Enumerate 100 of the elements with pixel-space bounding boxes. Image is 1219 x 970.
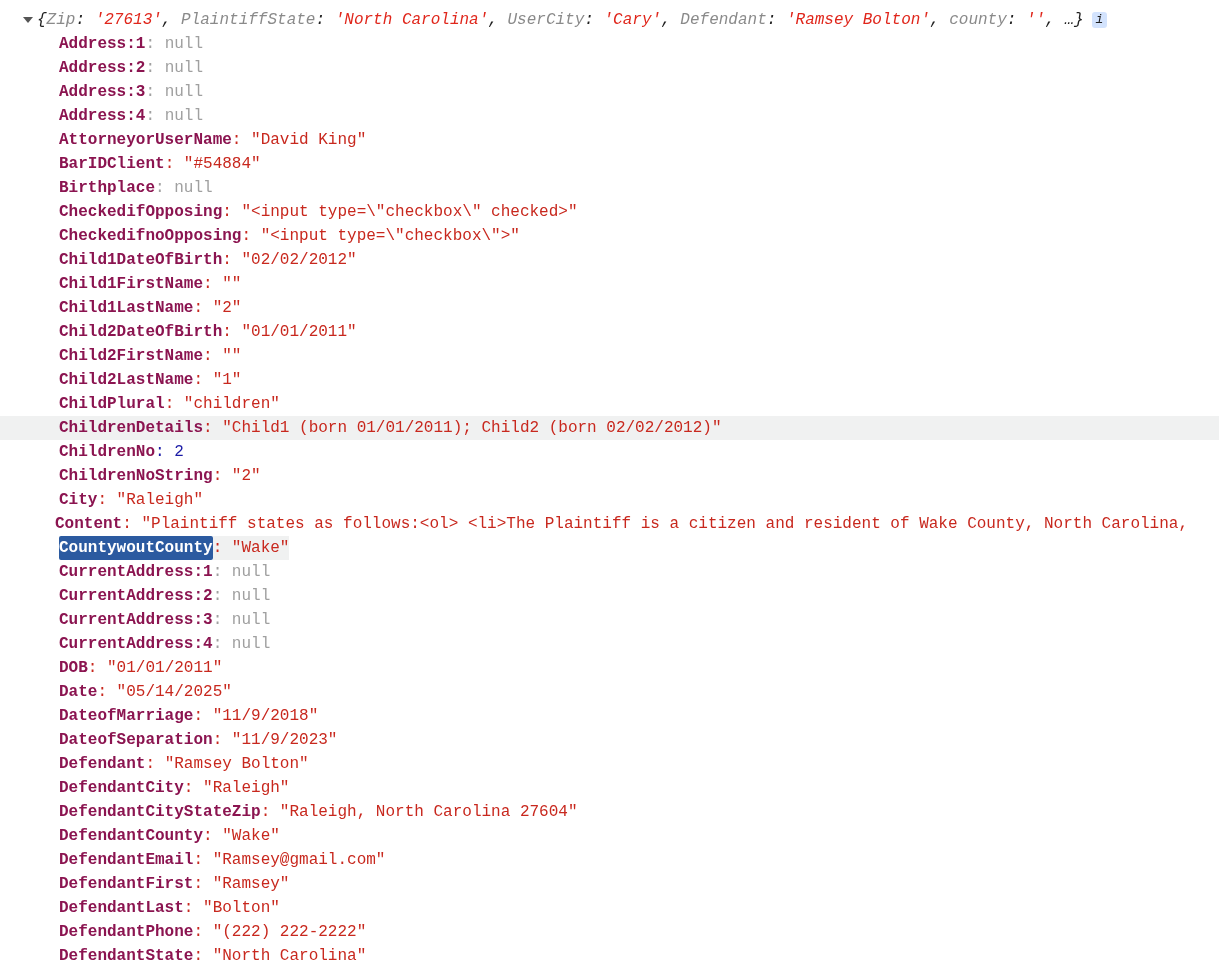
property-key: AttorneyorUserName [59, 128, 232, 152]
property-key: ChildrenNoString [59, 464, 213, 488]
property-key: DefendantCityStateZip [59, 800, 261, 824]
property-value: : "#54884" [164, 154, 261, 175]
property-value: : "11/9/2018" [193, 706, 319, 727]
property-value: : "Wake" [212, 536, 290, 560]
property-value: : "David King" [231, 130, 367, 151]
property-value: : "" [203, 346, 242, 367]
property-key: BarIDClient [59, 152, 165, 176]
property-row[interactable]: Child2FirstName: "" [0, 344, 1219, 368]
property-value: : "Wake" [203, 826, 280, 847]
property-value: : "2" [193, 298, 242, 319]
property-row[interactable]: ChildPlural: "children" [0, 392, 1219, 416]
property-value: : "<input type=\"checkbox\" checked>" [222, 202, 578, 223]
property-key: CurrentAddress:3 [59, 608, 213, 632]
property-row[interactable]: CurrentAddress:3: null [0, 608, 1219, 632]
property-row[interactable]: CurrentAddress:4: null [0, 632, 1219, 656]
property-key: Date [59, 680, 98, 704]
property-row[interactable]: Address:4: null [0, 104, 1219, 128]
property-value: : "01/01/2011" [87, 658, 223, 679]
property-key: CheckedifOpposing [59, 200, 223, 224]
property-row[interactable]: Content: "Plaintiff states as follows:<ol> <li>The Plaintiff is a citizen and resident of Wake County, North Carolina, [0, 512, 1219, 536]
property-key: Address:1 [59, 32, 146, 56]
property-value: : "" [203, 274, 242, 295]
property-value: : "North Carolina" [193, 946, 367, 967]
property-row[interactable]: DefendantCounty: "Wake" [0, 824, 1219, 848]
property-row[interactable]: DefendantLast: "Bolton" [0, 896, 1219, 920]
property-row[interactable]: Address:2: null [0, 56, 1219, 80]
property-key: ChildrenNo [59, 440, 155, 464]
property-value: : "Bolton" [183, 898, 280, 919]
property-value: : "2" [212, 466, 261, 487]
property-value: : "05/14/2025" [97, 682, 232, 703]
property-value: : "02/02/2012" [222, 250, 357, 271]
property-key: Address:3 [59, 80, 146, 104]
property-key: Address:2 [59, 56, 146, 80]
property-row[interactable]: BarIDClient: "#54884" [0, 152, 1219, 176]
property-value: : null [212, 586, 271, 607]
property-row[interactable]: Child2LastName: "1" [0, 368, 1219, 392]
property-key: Child1LastName [59, 296, 194, 320]
property-row[interactable]: Child2DateOfBirth: "01/01/2011" [0, 320, 1219, 344]
property-key: Child1FirstName [59, 272, 204, 296]
property-row[interactable]: CurrentAddress:2: null [0, 584, 1219, 608]
property-row[interactable]: Address:1: null [0, 32, 1219, 56]
property-value: : "Raleigh" [183, 778, 290, 799]
property-row[interactable]: Defendant: "Ramsey Bolton" [0, 752, 1219, 776]
object-preview[interactable]: {Zip: '27613', PlaintiffState: 'North Carolina', UserCity: 'Cary', Defendant: 'Ramsey Bolton', county: '', …} [37, 8, 1084, 32]
property-key: DefendantCounty [59, 824, 204, 848]
property-key: DefendantEmail [59, 848, 194, 872]
property-row[interactable]: DefendantEmail: "Ramsey@gmail.com" [0, 848, 1219, 872]
property-value: : "Ramsey@gmail.com" [193, 850, 386, 871]
property-row[interactable]: Birthplace: null [0, 176, 1219, 200]
property-row[interactable]: DefendantCityStateZip: "Raleigh, North Carolina 27604" [0, 800, 1219, 824]
property-value: : "<input type=\"checkbox\">" [241, 226, 520, 247]
property-key: Child1DateOfBirth [59, 248, 223, 272]
property-value: : null [145, 34, 204, 55]
property-row[interactable]: ChildrenNoString: "2" [0, 464, 1219, 488]
property-key: Child2FirstName [59, 344, 204, 368]
property-row[interactable]: Child1LastName: "2" [0, 296, 1219, 320]
property-value: : "(222) 222-2222" [193, 922, 367, 943]
property-value: : null [212, 610, 271, 631]
property-key: Child2DateOfBirth [59, 320, 223, 344]
property-row[interactable]: Child1FirstName: "" [0, 272, 1219, 296]
property-key: DefendantPhone [59, 920, 194, 944]
property-row[interactable]: CheckedifOpposing: "<input type=\"checkbox\" checked>" [0, 200, 1219, 224]
property-row[interactable]: DefendantPhone: "(222) 222-2222" [0, 920, 1219, 944]
property-key: CurrentAddress:1 [59, 560, 213, 584]
property-value: : 2 [155, 442, 184, 463]
property-value: : "Ramsey" [193, 874, 290, 895]
property-key: CountywoutCounty [59, 536, 213, 560]
property-key: DateofSeparation [59, 728, 213, 752]
property-key: CurrentAddress:2 [59, 584, 213, 608]
property-row[interactable]: CurrentAddress:1: null [0, 560, 1219, 584]
property-row[interactable]: CheckedifnoOpposing: "<input type=\"checkbox\">" [0, 224, 1219, 248]
property-row[interactable]: ChildrenDetails: "Child1 (born 01/01/2011); Child2 (born 02/02/2012)" [0, 416, 1219, 440]
property-row[interactable]: DefendantCity: "Raleigh" [0, 776, 1219, 800]
property-key: CheckedifnoOpposing [59, 224, 242, 248]
property-row[interactable]: DefendantFirst: "Ramsey" [0, 872, 1219, 896]
property-row[interactable]: City: "Raleigh" [0, 488, 1219, 512]
property-value: : null [212, 562, 271, 583]
property-value: : null [145, 82, 204, 103]
property-key: DefendantFirst [59, 872, 194, 896]
property-row[interactable]: ChildrenNo: 2 [0, 440, 1219, 464]
property-key: Content [55, 512, 123, 536]
property-key: DateofMarriage [59, 704, 194, 728]
property-row[interactable]: DefendantState: "North Carolina" [0, 944, 1219, 968]
property-key: Defendant [59, 752, 146, 776]
property-row[interactable]: Address:3: null [0, 80, 1219, 104]
property-value: : "Raleigh, North Carolina 27604" [260, 802, 578, 823]
property-row[interactable]: DateofSeparation: "11/9/2023" [0, 728, 1219, 752]
property-row[interactable]: AttorneyorUserName: "David King" [0, 128, 1219, 152]
property-row[interactable]: Child1DateOfBirth: "02/02/2012" [0, 248, 1219, 272]
property-key: DefendantState [59, 944, 194, 968]
property-row[interactable]: DOB: "01/01/2011" [0, 656, 1219, 680]
property-row[interactable]: DateofMarriage: "11/9/2018" [0, 704, 1219, 728]
property-row[interactable]: CountywoutCounty: "Wake" [0, 536, 1219, 560]
property-value: : "children" [164, 394, 280, 415]
property-key: DefendantLast [59, 896, 184, 920]
property-value: : "Ramsey Bolton" [145, 754, 309, 775]
property-row[interactable]: Date: "05/14/2025" [0, 680, 1219, 704]
property-value: : "1" [193, 370, 242, 391]
